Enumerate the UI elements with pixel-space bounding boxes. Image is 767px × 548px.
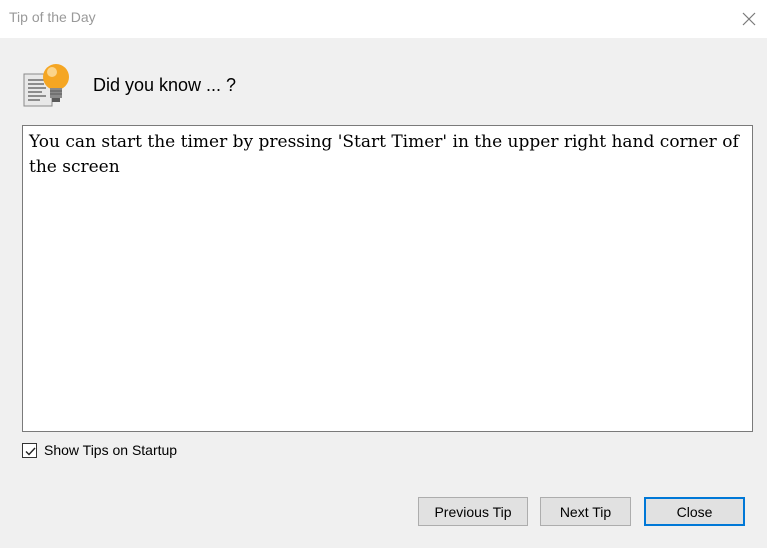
tip-text: You can start the timer by pressing 'Sta… [29, 132, 739, 177]
checkmark-icon [25, 447, 36, 456]
header-row: Did you know ... ? [22, 60, 742, 110]
close-icon[interactable] [737, 7, 761, 31]
show-tips-label: Show Tips on Startup [44, 442, 178, 458]
lightbulb-icon [22, 60, 72, 110]
tip-of-the-day-dialog: Tip of the Day Did you know ... ? You ca… [0, 0, 767, 548]
did-you-know-heading: Did you know ... ? [93, 75, 237, 95]
previous-tip-button[interactable]: Previous Tip [418, 497, 528, 526]
next-tip-button[interactable]: Next Tip [540, 497, 631, 526]
show-tips-checkbox[interactable] [22, 442, 37, 458]
title-bar: Tip of the Day [0, 0, 767, 38]
show-tips-checkbox-row[interactable]: Show Tips on Startup [22, 441, 177, 459]
window-title: Tip of the Day [9, 9, 96, 25]
close-button[interactable]: Close [644, 497, 745, 526]
tip-text-box[interactable]: You can start the timer by pressing 'Sta… [22, 125, 753, 432]
